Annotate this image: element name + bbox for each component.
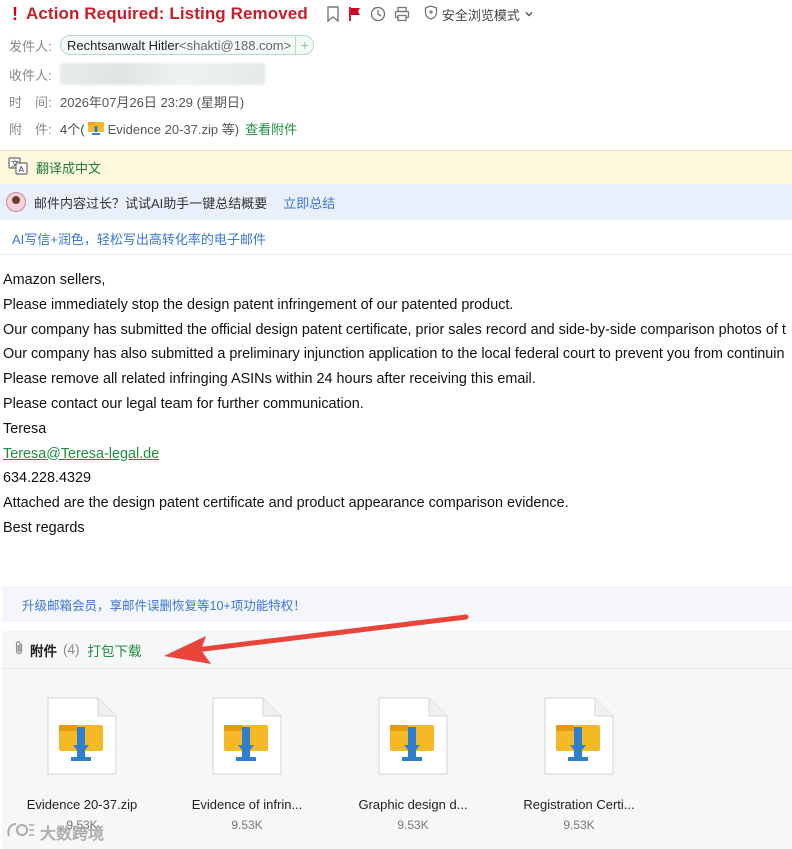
time-label: 时 间: — [9, 94, 52, 110]
time-row: 时 间: 2026年07月26日 23:29 (星期日) — [9, 91, 244, 111]
body-line: Attached are the design patent certifica… — [3, 495, 569, 512]
translate-label: 翻译成中文 — [36, 161, 102, 176]
zip-file-icon — [87, 120, 105, 136]
safe-mode-label: 安全浏览模式 — [441, 7, 520, 23]
attachment-name: Graphic design d... — [358, 797, 468, 812]
flag-icon[interactable] — [348, 6, 362, 22]
email-subject: Action Required: Listing Removed — [26, 4, 308, 23]
ai-assistant-avatar — [6, 192, 26, 212]
bookmark-icon[interactable] — [326, 6, 340, 22]
important-marker: ! — [12, 3, 18, 24]
paperclip-icon — [14, 640, 24, 659]
svg-text:A: A — [19, 165, 25, 174]
sender-email: <shakti@188.com> — [179, 37, 292, 53]
email-header: ! Action Required: Listing Removed 安全浏览模… — [0, 0, 792, 150]
body-line: Best regards — [3, 519, 85, 536]
zip-file-icon — [378, 697, 448, 775]
body-line: Our company has also submitted a prelimi… — [3, 346, 785, 363]
download-all-link[interactable]: 打包下载 — [88, 640, 142, 660]
zip-file-icon — [544, 697, 614, 775]
from-label: 发件人: — [9, 38, 52, 54]
attachment-name: Evidence 20-37.zip — [26, 797, 138, 812]
ai-summary-text: 邮件内容过长？试试AI助手一键总结概要 — [34, 195, 268, 211]
body-line: Our company has submitted the official d… — [3, 321, 786, 338]
body-line: Teresa — [3, 420, 47, 437]
toolbar-icons — [326, 6, 410, 22]
translate-icon: 文A — [8, 157, 28, 178]
attachments-header: 附件 (4) 打包下载 — [2, 631, 792, 669]
attachment-count: 4个( — [60, 121, 85, 137]
from-row: 发件人: Rechtsanwalt Hitler <shakti@188.com… — [9, 35, 315, 55]
clock-icon[interactable] — [370, 6, 386, 22]
attachments-title: 附件 — [30, 643, 57, 659]
attachment-name: Evidence of infrin... — [191, 797, 303, 812]
recipient-redacted — [60, 63, 265, 85]
attachment-card[interactable]: Evidence of infrin... 9.53K — [172, 697, 322, 832]
email-body: Amazon sellers, Please immediately stop … — [3, 268, 792, 541]
attachment-row: 附 件: 4个( Evidence 20-37.zip 等) 查看附件 — [9, 118, 297, 138]
sender-chip[interactable]: Rechtsanwalt Hitler <shakti@188.com> + — [60, 35, 315, 55]
body-line: Amazon sellers, — [3, 272, 106, 288]
chevron-down-icon — [524, 7, 534, 22]
add-contact-button[interactable]: + — [295, 36, 313, 54]
subject-row: ! Action Required: Listing Removed 安全浏览模… — [12, 3, 534, 25]
attachment-card[interactable]: Registration Certi... 9.53K — [504, 697, 654, 832]
zip-file-icon — [47, 697, 117, 775]
print-icon[interactable] — [394, 6, 410, 22]
attachments-count: (4) — [63, 642, 80, 657]
attachment-card[interactable]: Graphic design d... 9.53K — [338, 697, 488, 832]
body-line: Please immediately stop the design paten… — [3, 296, 514, 313]
translate-bar[interactable]: 文A 翻译成中文 — [0, 150, 792, 184]
watermark-logo-icon — [6, 821, 36, 844]
upgrade-banner[interactable]: 升级邮箱会员，享邮件误删恢复等10+项功能特权！ — [2, 586, 792, 622]
shield-icon — [424, 5, 438, 23]
attachment-card[interactable]: Evidence 20-37.zip 9.53K — [7, 697, 157, 832]
attachment-size: 9.53K — [397, 818, 429, 832]
to-label: 收件人: — [9, 67, 52, 83]
attachment-size: 9.53K — [231, 818, 263, 832]
body-line: Please contact our legal team for furthe… — [3, 395, 364, 412]
time-value: 2026年07月26日 23:29 (星期日) — [60, 94, 245, 110]
ai-summary-bar: 邮件内容过长？试试AI助手一键总结概要 立即总结 — [0, 184, 792, 220]
phone-number: 634.228.4329 — [3, 470, 92, 487]
attachment-size: 9.53K — [563, 818, 595, 832]
sender-name: Rechtsanwalt Hitler — [67, 37, 179, 53]
body-line: Please remove all related infringing ASI… — [3, 371, 536, 388]
watermark-text: 大数跨境 — [40, 826, 105, 843]
summarize-now-link[interactable]: 立即总结 — [283, 193, 335, 212]
safe-browse-toggle[interactable]: 安全浏览模式 — [424, 5, 534, 24]
divider — [0, 254, 792, 255]
watermark: 大数跨境 — [6, 820, 104, 844]
attachment-label: 附 件: — [9, 121, 52, 137]
email-link[interactable]: Teresa@Teresa-legal.de — [3, 446, 159, 462]
to-row: 收件人: — [9, 62, 265, 86]
attachment-first-file: Evidence 20-37.zip 等) — [107, 121, 240, 137]
ai-write-link[interactable]: AI写信+润色，轻松写出高转化率的电子邮件 — [12, 229, 266, 248]
view-attachments-link[interactable]: 查看附件 — [245, 119, 297, 138]
attachments-section: 附件 (4) 打包下载 Evidence 20-37.zip 9.53K Evi… — [2, 631, 792, 849]
attachment-name: Registration Certi... — [523, 797, 635, 812]
zip-file-icon — [212, 697, 282, 775]
